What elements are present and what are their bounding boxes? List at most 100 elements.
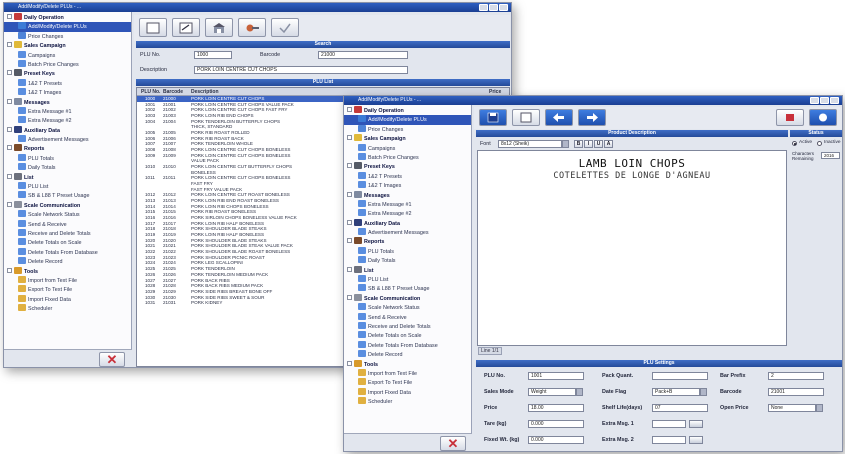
tree-item[interactable]: Scale Communication: [344, 293, 471, 303]
tree-item[interactable]: Send & Receive: [4, 219, 131, 229]
tree-item[interactable]: Daily Totals: [4, 163, 131, 172]
tree-item[interactable]: Extra Message #2: [4, 116, 131, 125]
tree-item[interactable]: Export To Text File: [344, 378, 471, 387]
plu-no-field[interactable]: 1000: [194, 51, 232, 59]
tree-item[interactable]: Messages: [344, 190, 471, 200]
format-button[interactable]: I: [584, 140, 593, 148]
tree-expander[interactable]: [7, 126, 12, 132]
tree-item[interactable]: Campaigns: [4, 50, 131, 60]
tree-expander[interactable]: [7, 173, 12, 179]
tree-item[interactable]: PLU List: [344, 275, 471, 284]
format-button[interactable]: A: [604, 140, 613, 148]
tree-item[interactable]: PLU Totals: [344, 246, 471, 256]
tree-item[interactable]: Scale Network Status: [344, 303, 471, 312]
tree-item[interactable]: SB & L88 T Preset Usage: [344, 284, 471, 293]
extra-message-browse-button[interactable]: [689, 436, 703, 444]
tree-item[interactable]: Export To Text File: [4, 285, 131, 294]
tree-item[interactable]: Campaigns: [344, 143, 471, 153]
tree-item[interactable]: 1&2 T Images: [4, 88, 131, 97]
tree-item[interactable]: Auxiliary Data: [344, 218, 471, 228]
new-button[interactable]: [139, 18, 167, 37]
tree-item[interactable]: Import from Text File: [344, 368, 471, 378]
info-button[interactable]: [809, 109, 837, 126]
settings-field[interactable]: 0.000: [528, 420, 584, 428]
tree-item[interactable]: Send & Receive: [344, 312, 471, 322]
tree-expander[interactable]: [7, 98, 12, 104]
store-button[interactable]: [205, 18, 233, 37]
barcode-field[interactable]: 21000: [318, 51, 408, 59]
previous-button[interactable]: [545, 109, 573, 126]
settings-field[interactable]: 1001: [528, 372, 584, 380]
tree-item[interactable]: 1&2 T Presets: [4, 78, 131, 88]
tree-expander[interactable]: [7, 201, 12, 207]
tree-item[interactable]: Import Fixed Data: [4, 294, 131, 304]
tree-item[interactable]: Daily Totals: [344, 256, 471, 265]
dropdown-button[interactable]: [700, 388, 707, 396]
tree-item[interactable]: Delete Record: [344, 350, 471, 359]
tree-expander[interactable]: [7, 14, 12, 19]
minimize-button[interactable]: [810, 97, 819, 104]
minimize-button[interactable]: [479, 4, 488, 11]
tree-item[interactable]: Delete Record: [4, 257, 131, 266]
inactive-radio[interactable]: [817, 141, 822, 146]
tree-item[interactable]: Price Changes: [4, 31, 131, 41]
settings-field[interactable]: 2: [768, 372, 824, 380]
settings-field[interactable]: 18.00: [528, 404, 584, 412]
settings-field[interactable]: 21001: [768, 388, 824, 396]
tree-item[interactable]: PLU List: [4, 182, 131, 191]
tree-expander[interactable]: [347, 107, 352, 112]
exit-button[interactable]: ✕: [440, 436, 466, 451]
tree-item[interactable]: Price Changes: [344, 124, 471, 134]
settings-field[interactable]: Pack+B: [652, 388, 700, 396]
tree-item[interactable]: Import from Text File: [4, 275, 131, 285]
tree-item[interactable]: Scale Network Status: [4, 210, 131, 219]
tree-item[interactable]: Batch Price Changes: [344, 152, 471, 162]
tree-item[interactable]: Import Fixed Data: [344, 387, 471, 397]
tree-expander[interactable]: [347, 294, 352, 300]
tree-item[interactable]: Preset Keys: [4, 69, 131, 78]
maximize-button[interactable]: [489, 4, 498, 11]
tree-item[interactable]: Receive and Delete Totals: [344, 321, 471, 331]
tree-item[interactable]: 1&2 T Images: [344, 181, 471, 190]
tree-expander[interactable]: [7, 70, 12, 76]
tree-item[interactable]: Sales Campaign: [4, 41, 131, 50]
description-editor[interactable]: LAMB LOIN CHOPS COTELETTES DE LONGE D'AG…: [477, 150, 787, 346]
tree-item[interactable]: Sales Campaign: [344, 134, 471, 143]
next-button[interactable]: [578, 109, 606, 126]
tree-expander[interactable]: [347, 360, 352, 366]
tree-item[interactable]: PLU Totals: [4, 153, 131, 163]
tree-expander[interactable]: [347, 219, 352, 225]
tree-expander[interactable]: [7, 42, 12, 48]
tree-item[interactable]: Add/Modify/Delete PLUs: [4, 22, 131, 32]
close-button[interactable]: [499, 4, 508, 11]
tree-item[interactable]: Advertisement Messages: [344, 228, 471, 237]
column-header[interactable]: PLU No.: [141, 88, 160, 96]
dropdown-button[interactable]: [816, 404, 823, 412]
settings-field[interactable]: [652, 436, 686, 444]
tree-item[interactable]: Delete Totals on Scale: [4, 238, 131, 247]
window1-titlebar[interactable]: Add/Modify/Delete PLUs - ...: [4, 3, 511, 12]
settings-field[interactable]: 07: [652, 404, 708, 412]
description-field[interactable]: PORK LOIN CENTRE CUT CHOPS: [194, 66, 408, 74]
save-button[interactable]: [479, 109, 507, 126]
exit-button[interactable]: ✕: [99, 352, 125, 367]
format-button[interactable]: U: [594, 140, 603, 148]
tree-item[interactable]: Daily Operation: [344, 106, 471, 115]
tree-item[interactable]: Extra Message #1: [4, 106, 131, 116]
extra-message-browse-button[interactable]: [689, 420, 703, 428]
column-header[interactable]: Barcode: [163, 88, 183, 96]
tree-item[interactable]: Reports: [4, 144, 131, 153]
settings-field[interactable]: Weight: [528, 388, 576, 396]
tree-item[interactable]: Reports: [344, 237, 471, 246]
tree-item[interactable]: Preset Keys: [344, 162, 471, 171]
active-radio[interactable]: [792, 141, 797, 146]
tree-item[interactable]: Advertisement Messages: [4, 135, 131, 144]
settings-field[interactable]: [652, 372, 708, 380]
window2-titlebar[interactable]: Add/Modify/Delete PLUs - ...: [344, 96, 842, 105]
tree-item[interactable]: Daily Operation: [4, 13, 131, 22]
tree-expander[interactable]: [347, 191, 352, 197]
tree-item[interactable]: Add/Modify/Delete PLUs: [344, 115, 471, 125]
edit-button[interactable]: [172, 18, 200, 37]
tree-expander[interactable]: [7, 145, 12, 151]
tree-item[interactable]: Receive and Delete Totals: [4, 228, 131, 238]
